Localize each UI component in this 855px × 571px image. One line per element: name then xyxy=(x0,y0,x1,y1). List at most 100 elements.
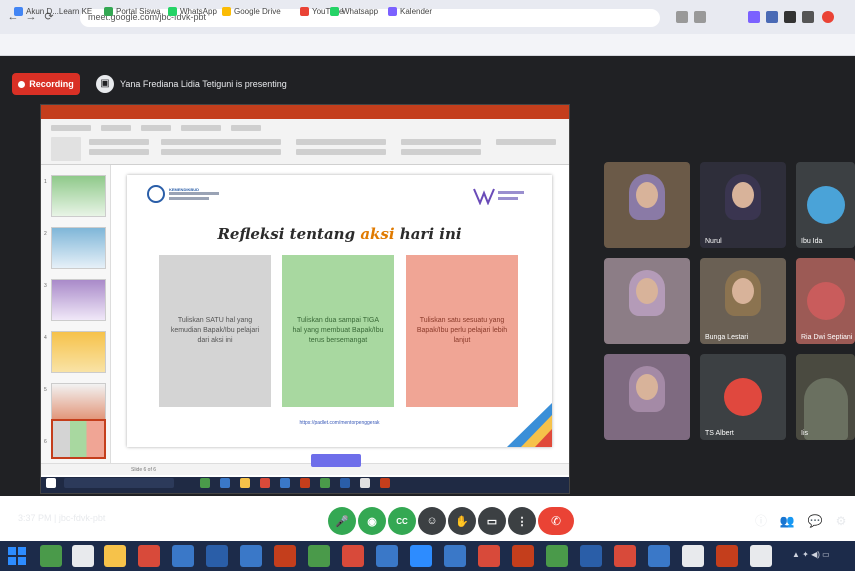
taskbar-app-icon[interactable] xyxy=(682,545,704,567)
participant-tile[interactable]: Iis xyxy=(796,354,855,440)
account-avatar[interactable] xyxy=(822,11,834,23)
bookmark-icon xyxy=(168,6,177,16)
taskbar-app-icon[interactable] xyxy=(546,545,568,567)
bookmark-icon xyxy=(388,6,397,16)
taskbar-app-icon[interactable] xyxy=(206,545,228,567)
font-controls[interactable] xyxy=(161,149,281,155)
mic-icon: 🎤 xyxy=(335,515,349,528)
taskbar-app-icon[interactable] xyxy=(376,545,398,567)
title-part: hari ini xyxy=(394,225,462,243)
bookmark-item[interactable]: Google Drive xyxy=(222,4,281,18)
participant-tile[interactable]: Nurul xyxy=(700,162,786,248)
taskbar-app-icon[interactable] xyxy=(614,545,636,567)
present-button[interactable]: ▭ xyxy=(478,507,506,535)
recording-label: Recording xyxy=(29,79,74,89)
slide-link[interactable]: https://padlet.com/mentorpenggerak xyxy=(127,420,552,426)
slide-thumbnail[interactable] xyxy=(51,331,106,373)
emoji-button[interactable]: ☺ xyxy=(418,507,446,535)
slide-thumbnail[interactable] xyxy=(51,279,106,321)
card-text: Tuliskan satu sesuatu yang Bapak/Ibu per… xyxy=(416,317,508,344)
windows-icon xyxy=(46,478,56,488)
extension-icon[interactable] xyxy=(766,11,778,23)
paragraph-controls[interactable] xyxy=(296,149,386,155)
ribbon-tab[interactable] xyxy=(231,125,261,131)
bookmark-label: Portal Siswa xyxy=(116,6,161,16)
participant-tile[interactable] xyxy=(604,258,690,344)
bookmark-item[interactable]: Portal Siswa xyxy=(104,4,160,18)
start-button[interactable] xyxy=(8,547,26,565)
ribbon-tab[interactable] xyxy=(181,125,221,131)
taskbar-app-icon[interactable] xyxy=(240,545,262,567)
taskbar-app-icon[interactable] xyxy=(512,545,534,567)
captions-button[interactable]: CC xyxy=(388,507,416,535)
shared-screen[interactable]: 1 2 3 4 5 6 KEMENDIKBUD Refleksi tentang… xyxy=(40,104,570,494)
taskbar-app-icon[interactable] xyxy=(274,545,296,567)
folder-icon[interactable] xyxy=(104,545,126,567)
taskbar-app-icon[interactable] xyxy=(648,545,670,567)
system-tray[interactable]: ▲ ✦ ◀) ▭ xyxy=(792,550,830,559)
drawing-controls[interactable] xyxy=(401,139,481,145)
people-icon[interactable]: 👥 xyxy=(776,510,798,532)
taskbar-app-icon[interactable] xyxy=(72,545,94,567)
bookmark-item[interactable]: Kalender xyxy=(388,4,432,18)
activities-icon[interactable]: ⚙ xyxy=(830,510,852,532)
extension-icon[interactable] xyxy=(748,11,760,23)
bookmark-icon xyxy=(222,6,231,16)
taskbar-app-icon[interactable] xyxy=(40,545,62,567)
presentation-control-button[interactable] xyxy=(311,454,361,467)
taskbar-app-icon[interactable] xyxy=(342,545,364,567)
taskbar-app-icon[interactable] xyxy=(138,545,160,567)
slide-thumbnail[interactable] xyxy=(51,227,106,269)
drawing-controls[interactable] xyxy=(401,149,481,155)
ribbon-control[interactable] xyxy=(89,149,149,155)
ribbon-tab[interactable] xyxy=(101,125,131,131)
taskbar-app-icon[interactable] xyxy=(308,545,330,567)
bookmark-item[interactable]: Whatsapp xyxy=(330,4,378,18)
bookmark-item[interactable]: WhatsApp xyxy=(168,4,217,18)
taskbar-app-icon[interactable] xyxy=(580,545,602,567)
slide-thumbnail-selected[interactable] xyxy=(51,419,106,459)
meeting-time: 3:37 PM | jbc-fdvk-pbt xyxy=(18,513,106,523)
text-line xyxy=(169,192,219,195)
taskbar-app-icon[interactable] xyxy=(716,545,738,567)
paste-button[interactable] xyxy=(51,137,81,161)
more-options-button[interactable]: ⋮ xyxy=(508,507,536,535)
editing-controls[interactable] xyxy=(496,139,556,145)
mic-button[interactable]: 🎤 xyxy=(328,507,356,535)
participant-tile[interactable]: Ria Dwi Septiani xyxy=(796,258,855,344)
end-call-button[interactable]: ✆ xyxy=(538,507,574,535)
participant-tile[interactable]: TS Albert xyxy=(700,354,786,440)
windows-logo-tile xyxy=(18,547,26,555)
ribbon-tab[interactable] xyxy=(141,125,171,131)
participant-tile[interactable]: Ibu Ida xyxy=(796,162,855,248)
paragraph-controls[interactable] xyxy=(296,139,386,145)
font-controls[interactable] xyxy=(161,139,281,145)
ribbon-control[interactable] xyxy=(89,139,149,145)
slide-thumbnail[interactable] xyxy=(51,175,106,217)
taskbar-app-icon[interactable] xyxy=(444,545,466,567)
puzzle-icon[interactable] xyxy=(784,11,796,23)
camera-button[interactable]: ◉ xyxy=(358,507,386,535)
raise-hand-button[interactable]: ✋ xyxy=(448,507,476,535)
app-icon xyxy=(260,478,270,488)
app-icon xyxy=(220,478,230,488)
info-icon[interactable]: ⓘ xyxy=(750,510,772,532)
taskbar-app-icon[interactable] xyxy=(410,545,432,567)
participant-tile[interactable] xyxy=(604,354,690,440)
participant-avatar xyxy=(806,186,845,224)
chat-icon[interactable]: 💬 xyxy=(804,510,826,532)
ribbon-tab[interactable] xyxy=(51,125,91,131)
participant-tile[interactable]: Bunga Lestari xyxy=(700,258,786,344)
taskbar-app-icon[interactable] xyxy=(750,545,772,567)
share-icon[interactable] xyxy=(676,11,688,23)
logo-text-line xyxy=(498,197,518,200)
bookmark-item[interactable]: Akun D...Learn KE xyxy=(14,4,92,18)
participant-name: Iis xyxy=(801,430,808,437)
star-icon[interactable] xyxy=(694,11,706,23)
partner-logo xyxy=(473,188,524,205)
record-icon xyxy=(18,80,26,88)
profile-icon[interactable] xyxy=(802,11,814,23)
taskbar-app-icon[interactable] xyxy=(172,545,194,567)
taskbar-app-icon[interactable] xyxy=(478,545,500,567)
participant-tile[interactable] xyxy=(604,162,690,248)
